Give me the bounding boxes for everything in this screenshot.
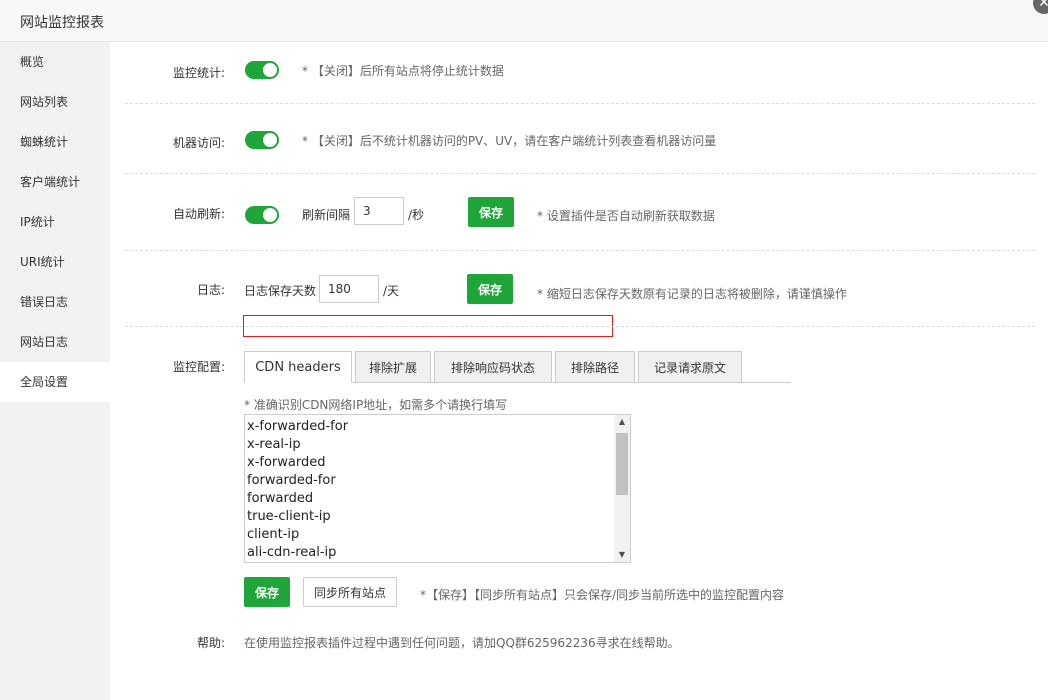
tab-record-request-body[interactable]: 记录请求原文: [638, 351, 742, 383]
auto-refresh-toggle[interactable]: [245, 206, 279, 224]
sidebar-item-site-log[interactable]: 网站日志: [0, 322, 110, 362]
scroll-down-arrow-icon[interactable]: ▼: [614, 548, 630, 562]
monitor-stats-label: 监控统计:: [172, 66, 225, 80]
log-days-input[interactable]: [319, 275, 379, 303]
header-line: x-real-ip: [247, 437, 301, 452]
bot-access-label: 机器访问:: [172, 136, 225, 150]
bot-access-hint: * 【关闭】后不统计机器访问的PV、UV，请在客户端统计列表查看机器访问量: [302, 134, 717, 148]
settings-panel: 监控统计: * 【关闭】后所有站点将停止统计数据 机器访问: * 【关闭】后不统…: [110, 42, 1048, 700]
sync-all-sites-button[interactable]: 同步所有站点: [303, 577, 398, 607]
header-line: x-forwarded-for: [247, 419, 349, 434]
header-line: forwarded-for: [247, 473, 336, 488]
header-line: ali-cdn-real-ip: [247, 545, 337, 560]
tab-cdn-headers[interactable]: CDN headers: [244, 351, 352, 383]
sidebar-item-error-log[interactable]: 错误日志: [0, 282, 110, 322]
refresh-interval-input[interactable]: [354, 197, 404, 225]
header-line: forwarded: [247, 491, 314, 506]
cdn-headers-textarea[interactable]: x-forwarded-for x-real-ip x-forwarded fo…: [244, 414, 631, 563]
textarea-scrollbar[interactable]: ▲ ▼: [614, 415, 630, 562]
cdn-headers-hint: * 准确识别CDN网络IP地址，如需多个请换行填写: [244, 398, 508, 412]
scroll-up-arrow-icon[interactable]: ▲: [614, 415, 630, 429]
divider: [125, 173, 1035, 174]
monitor-stats-toggle[interactable]: [245, 61, 279, 79]
monitor-stats-hint: * 【关闭】后所有站点将停止统计数据: [302, 64, 504, 78]
header-line: client-ip: [247, 527, 300, 542]
auto-refresh-label: 自动刷新:: [172, 207, 225, 221]
log-hint: * 缩短日志保存天数原有记录的日志将被删除，请谨慎操作: [537, 287, 847, 301]
divider: [125, 103, 1035, 104]
sidebar-item-global-settings[interactable]: 全局设置: [0, 362, 110, 402]
config-footer-hint: *【保存】【同步所有站点】只会保存/同步当前所选中的监控配置内容: [420, 588, 785, 602]
sidebar-item-overview[interactable]: 概览: [0, 42, 110, 82]
sidebar-item-client-stats[interactable]: 客户端统计: [0, 162, 110, 202]
divider: [125, 326, 1035, 327]
window-title: 网站监控报表: [20, 15, 104, 31]
log-save-button[interactable]: 保存: [467, 274, 513, 304]
sidebar-item-site-list[interactable]: 网站列表: [0, 82, 110, 122]
window-titlebar: 网站监控报表: [0, 0, 1048, 42]
sidebar-item-spider-stats[interactable]: 蜘蛛统计: [0, 122, 110, 162]
log-label: 日志:: [196, 283, 225, 297]
monitor-config-label: 监控配置:: [172, 360, 225, 374]
bot-access-toggle[interactable]: [245, 131, 279, 149]
help-text: 在使用监控报表插件过程中遇到任何问题，请加QQ群625962236寻求在线帮助。: [244, 636, 680, 650]
sidebar-item-uri-stats[interactable]: URI统计: [0, 242, 110, 282]
tab-exclude-paths[interactable]: 排除路径: [555, 351, 635, 383]
tab-exclude-status-codes[interactable]: 排除响应码状态: [434, 351, 552, 383]
log-days-unit: /天: [383, 284, 400, 298]
auto-refresh-hint: * 设置插件是否自动刷新获取数据: [537, 209, 715, 223]
refresh-interval-label: 刷新间隔: [302, 208, 351, 222]
log-days-label: 日志保存天数: [244, 284, 317, 298]
sidebar-item-ip-stats[interactable]: IP统计: [0, 202, 110, 242]
help-label: 帮助:: [196, 636, 225, 650]
cdn-headers-list: x-forwarded-for x-real-ip x-forwarded fo…: [247, 418, 348, 562]
refresh-interval-unit: /秒: [408, 208, 425, 222]
tab-exclude-extensions[interactable]: 排除扩展: [355, 351, 431, 383]
config-save-button[interactable]: 保存: [244, 577, 290, 607]
sidebar: 概览 网站列表 蜘蛛统计 客户端统计 IP统计 URI统计 错误日志 网站日志 …: [0, 42, 110, 700]
refresh-save-button[interactable]: 保存: [468, 197, 514, 227]
divider: [125, 250, 1035, 251]
header-line: x-forwarded: [247, 455, 326, 470]
scrollbar-thumb[interactable]: [616, 433, 628, 495]
header-line: true-client-ip: [247, 509, 331, 524]
